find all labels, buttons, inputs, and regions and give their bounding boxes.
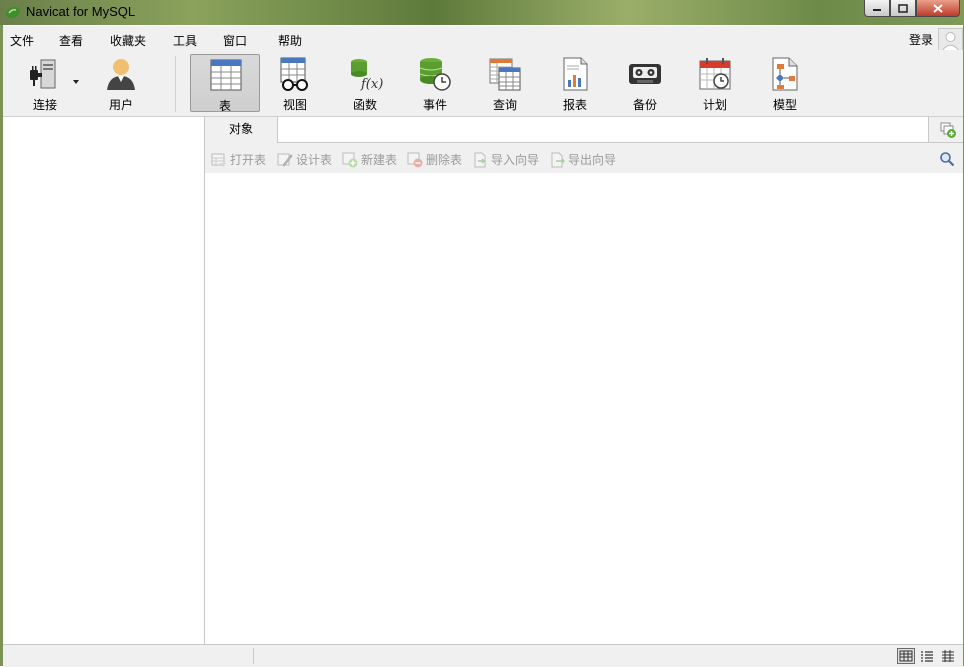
object-list-area[interactable] <box>205 173 963 644</box>
title-bar: Navicat for MySQL <box>0 0 964 25</box>
connect-label: 连接 <box>32 98 57 112</box>
navicat-logo-icon <box>6 6 20 18</box>
design-table-button[interactable]: 设计表 <box>277 151 332 168</box>
connect-button[interactable]: 连接 <box>11 54 79 112</box>
new-table-button[interactable]: 新建表 <box>342 151 397 168</box>
menu-bar: 文件 查看 收藏夹 工具 窗口 帮助 登录 <box>3 26 963 53</box>
delete-table-icon <box>407 152 423 167</box>
grid-view-icon <box>899 650 913 662</box>
detail-view-icon <box>942 650 954 662</box>
minimize-icon <box>873 9 881 11</box>
event-clock-icon <box>419 58 451 91</box>
menu-help[interactable]: 帮助 <box>278 32 302 49</box>
import-wizard-icon <box>474 152 486 167</box>
new-tab-icon[interactable] <box>939 121 957 139</box>
table-icon <box>210 59 242 91</box>
event-button[interactable]: 事件 <box>401 54 469 112</box>
function-label: 函数 <box>352 98 377 112</box>
new-table-label: 新建表 <box>361 153 398 167</box>
object-tab-bar: 对象 <box>205 117 963 143</box>
user-icon <box>107 59 135 90</box>
export-wizard-label: 导出向导 <box>568 153 617 167</box>
maximize-button[interactable] <box>890 0 916 17</box>
query-label: 查询 <box>492 98 517 112</box>
status-separator <box>253 648 254 664</box>
list-view-icon <box>921 651 933 662</box>
dropdown-arrow-icon[interactable] <box>73 80 79 84</box>
table-button[interactable]: 表 <box>190 54 260 113</box>
delete-table-button[interactable]: 删除表 <box>407 151 462 168</box>
event-label: 事件 <box>422 98 447 112</box>
model-button[interactable]: 模型 <box>751 54 819 112</box>
report-icon <box>563 57 588 91</box>
toolbar-separator <box>175 56 176 112</box>
main-toolbar: 连接 用户 表 视图 f(x) 函数 事件 查询 报表 备份 计划 模型 <box>3 50 963 117</box>
detail-view-button[interactable] <box>939 648 957 664</box>
svg-text:f(x): f(x) <box>360 77 383 92</box>
query-button[interactable]: 查询 <box>471 54 539 112</box>
object-toolbar: 打开表 设计表 新建表 删除表 导入向导 导出向导 <box>205 143 963 173</box>
tab-object[interactable]: 对象 <box>205 117 278 143</box>
import-wizard-label: 导入向导 <box>491 153 540 167</box>
plug-server-icon <box>30 59 56 89</box>
tab-strip-empty <box>278 117 929 142</box>
user-label: 用户 <box>108 98 133 112</box>
menu-tools[interactable]: 工具 <box>173 32 197 49</box>
list-view-button[interactable] <box>918 648 936 664</box>
schedule-calendar-icon <box>699 58 731 90</box>
menu-view[interactable]: 查看 <box>59 32 83 49</box>
report-label: 报表 <box>562 98 587 112</box>
menu-favorites[interactable]: 收藏夹 <box>110 32 146 49</box>
import-wizard-button[interactable]: 导入向导 <box>472 151 539 168</box>
backup-tape-icon <box>629 64 661 84</box>
view-glasses-icon <box>280 57 308 91</box>
window-title: Navicat for MySQL <box>26 4 136 19</box>
user-button[interactable]: 用户 <box>87 54 155 112</box>
schedule-button[interactable]: 计划 <box>681 54 749 112</box>
delete-table-label: 删除表 <box>426 153 463 167</box>
close-icon <box>933 3 943 13</box>
export-wizard-button[interactable]: 导出向导 <box>549 151 616 168</box>
menu-file[interactable]: 文件 <box>10 32 34 49</box>
export-wizard-icon <box>551 152 565 167</box>
open-table-button[interactable]: 打开表 <box>211 151 266 168</box>
function-button[interactable]: f(x) 函数 <box>331 54 399 112</box>
close-button[interactable] <box>916 0 960 17</box>
minimize-button[interactable] <box>864 0 890 17</box>
view-button[interactable]: 视图 <box>261 54 329 112</box>
backup-button[interactable]: 备份 <box>611 54 679 112</box>
design-table-label: 设计表 <box>296 153 333 167</box>
backup-label: 备份 <box>632 98 657 112</box>
grid-view-button[interactable] <box>897 648 915 664</box>
query-icon <box>489 58 521 91</box>
design-table-icon <box>277 153 293 167</box>
report-button[interactable]: 报表 <box>541 54 609 112</box>
view-label: 视图 <box>282 98 307 112</box>
avatar-icon <box>941 32 960 52</box>
model-icon <box>772 57 798 91</box>
menu-window[interactable]: 窗口 <box>223 32 247 49</box>
search-icon[interactable] <box>939 151 955 167</box>
table-label: 表 <box>218 99 231 113</box>
status-bar <box>3 644 963 667</box>
new-table-icon <box>342 152 358 167</box>
restore-icon <box>898 3 908 13</box>
login-link[interactable]: 登录 <box>909 31 933 48</box>
schedule-label: 计划 <box>702 98 727 112</box>
function-icon: f(x) <box>351 59 383 92</box>
open-table-label: 打开表 <box>230 153 267 167</box>
open-table-icon <box>211 153 226 167</box>
model-label: 模型 <box>772 98 797 112</box>
connection-tree-panel[interactable] <box>3 117 205 644</box>
